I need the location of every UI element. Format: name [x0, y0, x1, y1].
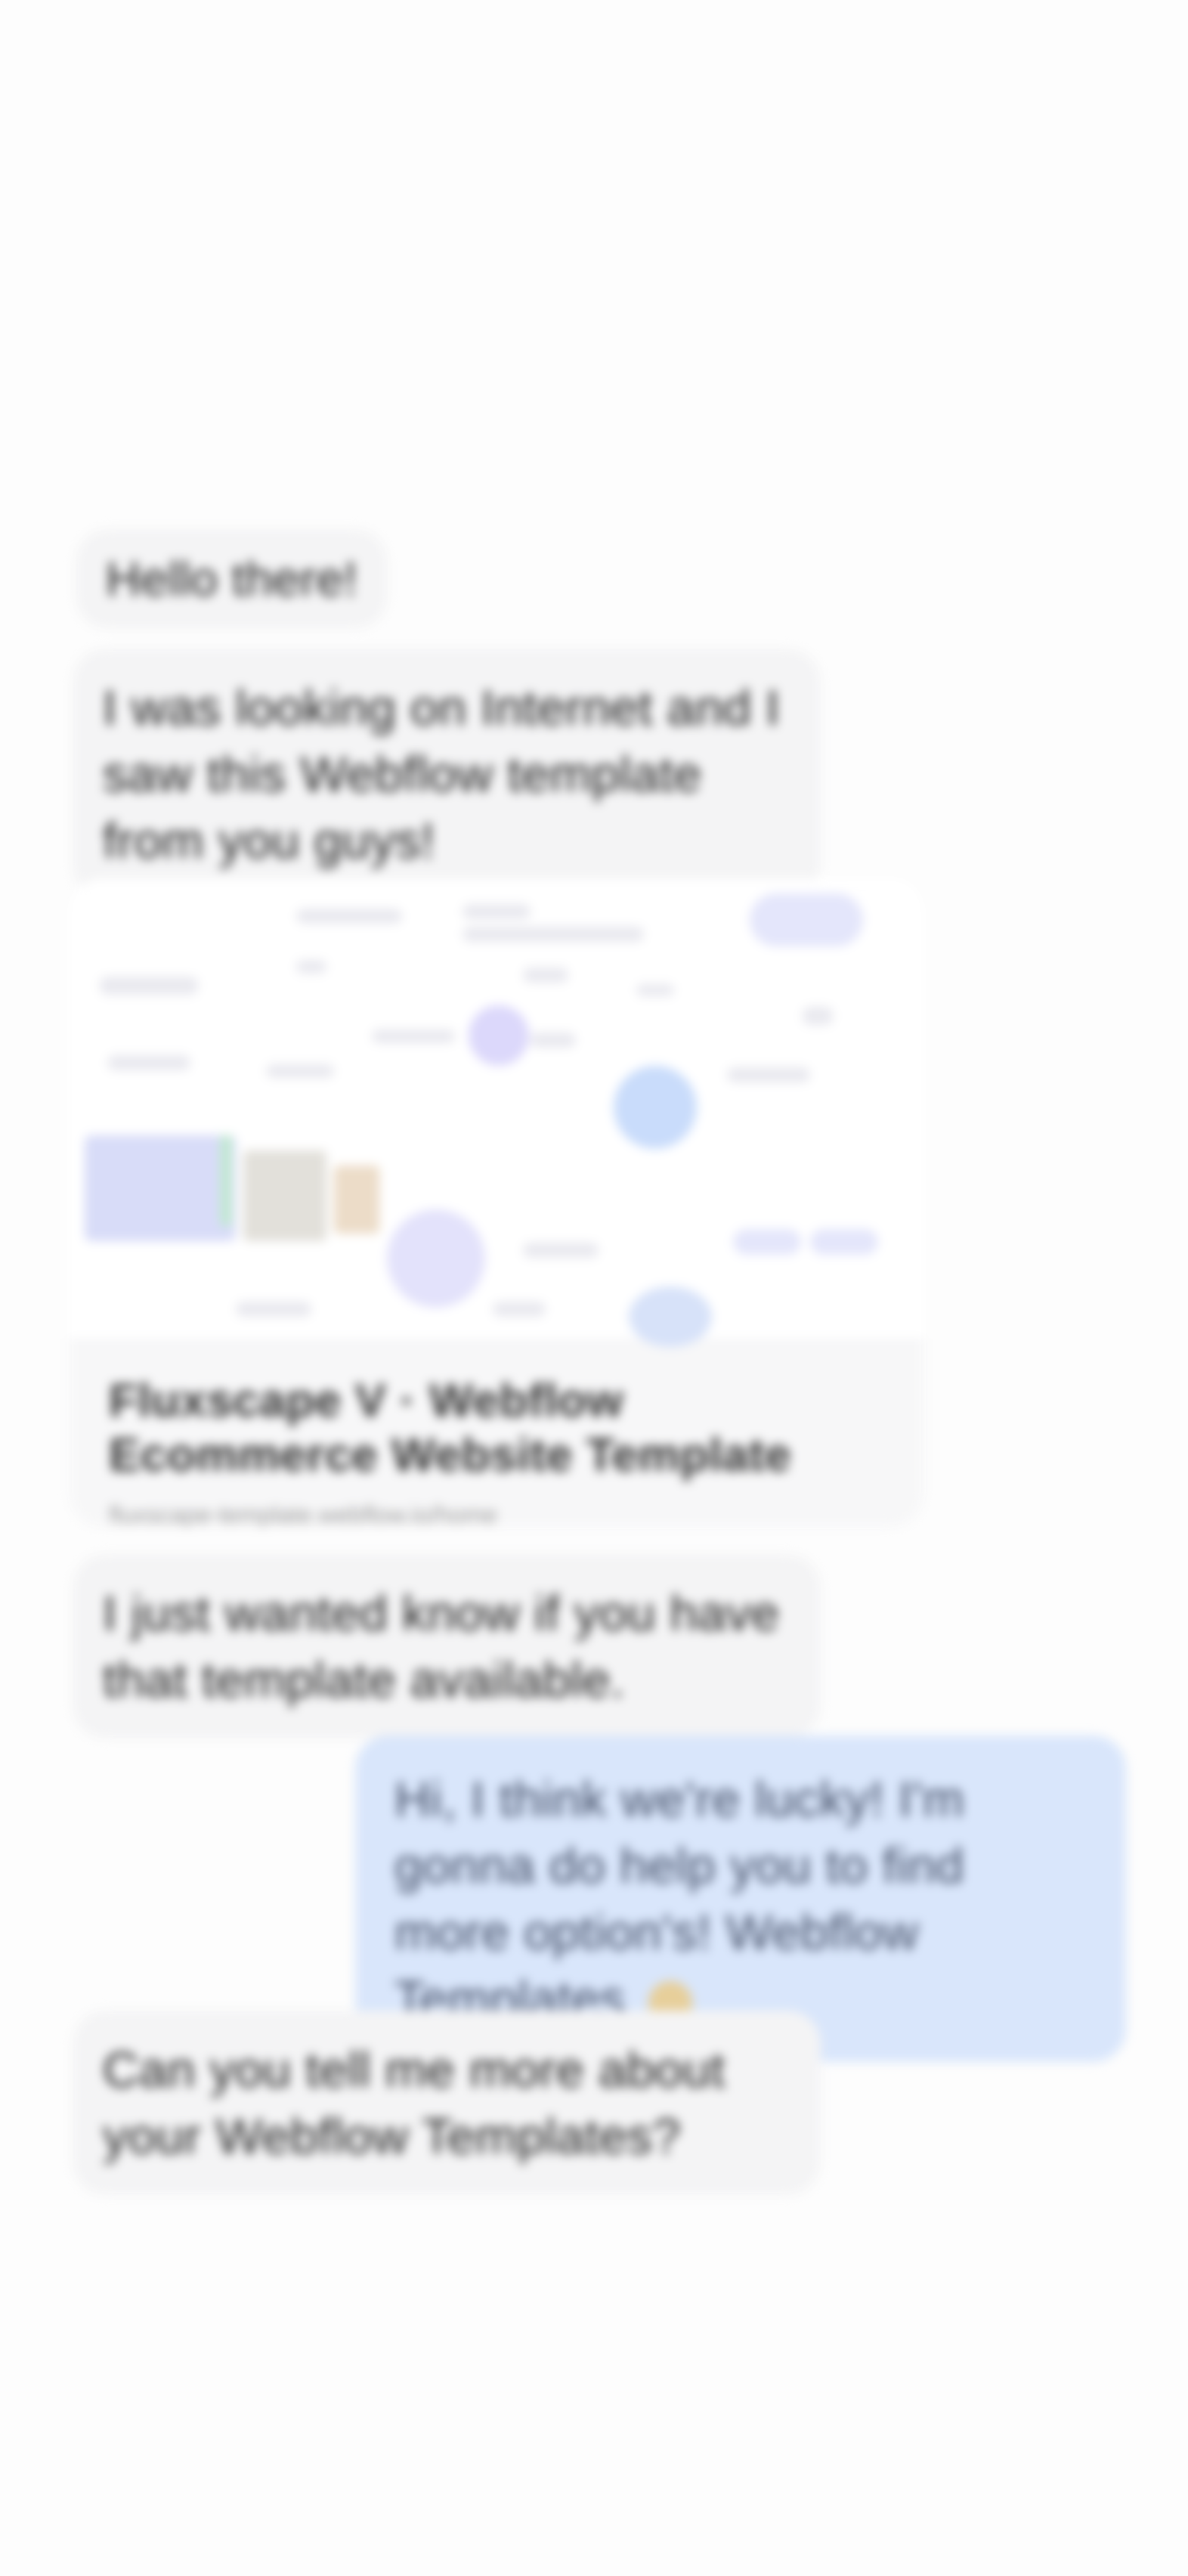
link-preview-meta: Fluxscape V · Webflow Ecommerce Website … [70, 1341, 923, 1527]
link-preview-url: fluxscape-template.webflow.io/home [109, 1501, 498, 1527]
message-text: Can you tell me more about your Webflow … [103, 2042, 725, 2164]
message-text: I just wanted know if you have that temp… [103, 1585, 780, 1708]
message-text: I was looking on Internet and I saw this… [103, 680, 781, 868]
message-bubble-intro: I was looking on Internet and I saw this… [73, 649, 821, 899]
message-bubble-question: Can you tell me more about your Webflow … [73, 2011, 821, 2195]
message-bubble-greeting: Hello there! [76, 529, 388, 629]
message-bubble-follow-up: I just wanted know if you have that temp… [73, 1554, 821, 1738]
message-text: Hello there! [106, 552, 358, 606]
chat-screen: Hello there! I was looking on Internet a… [0, 0, 1188, 2576]
link-preview-title: Fluxscape V · Webflow Ecommerce Website … [109, 1375, 792, 1482]
link-preview-image [70, 878, 923, 1347]
link-preview-card[interactable]: Fluxscape V · Webflow Ecommerce Website … [70, 878, 923, 1527]
